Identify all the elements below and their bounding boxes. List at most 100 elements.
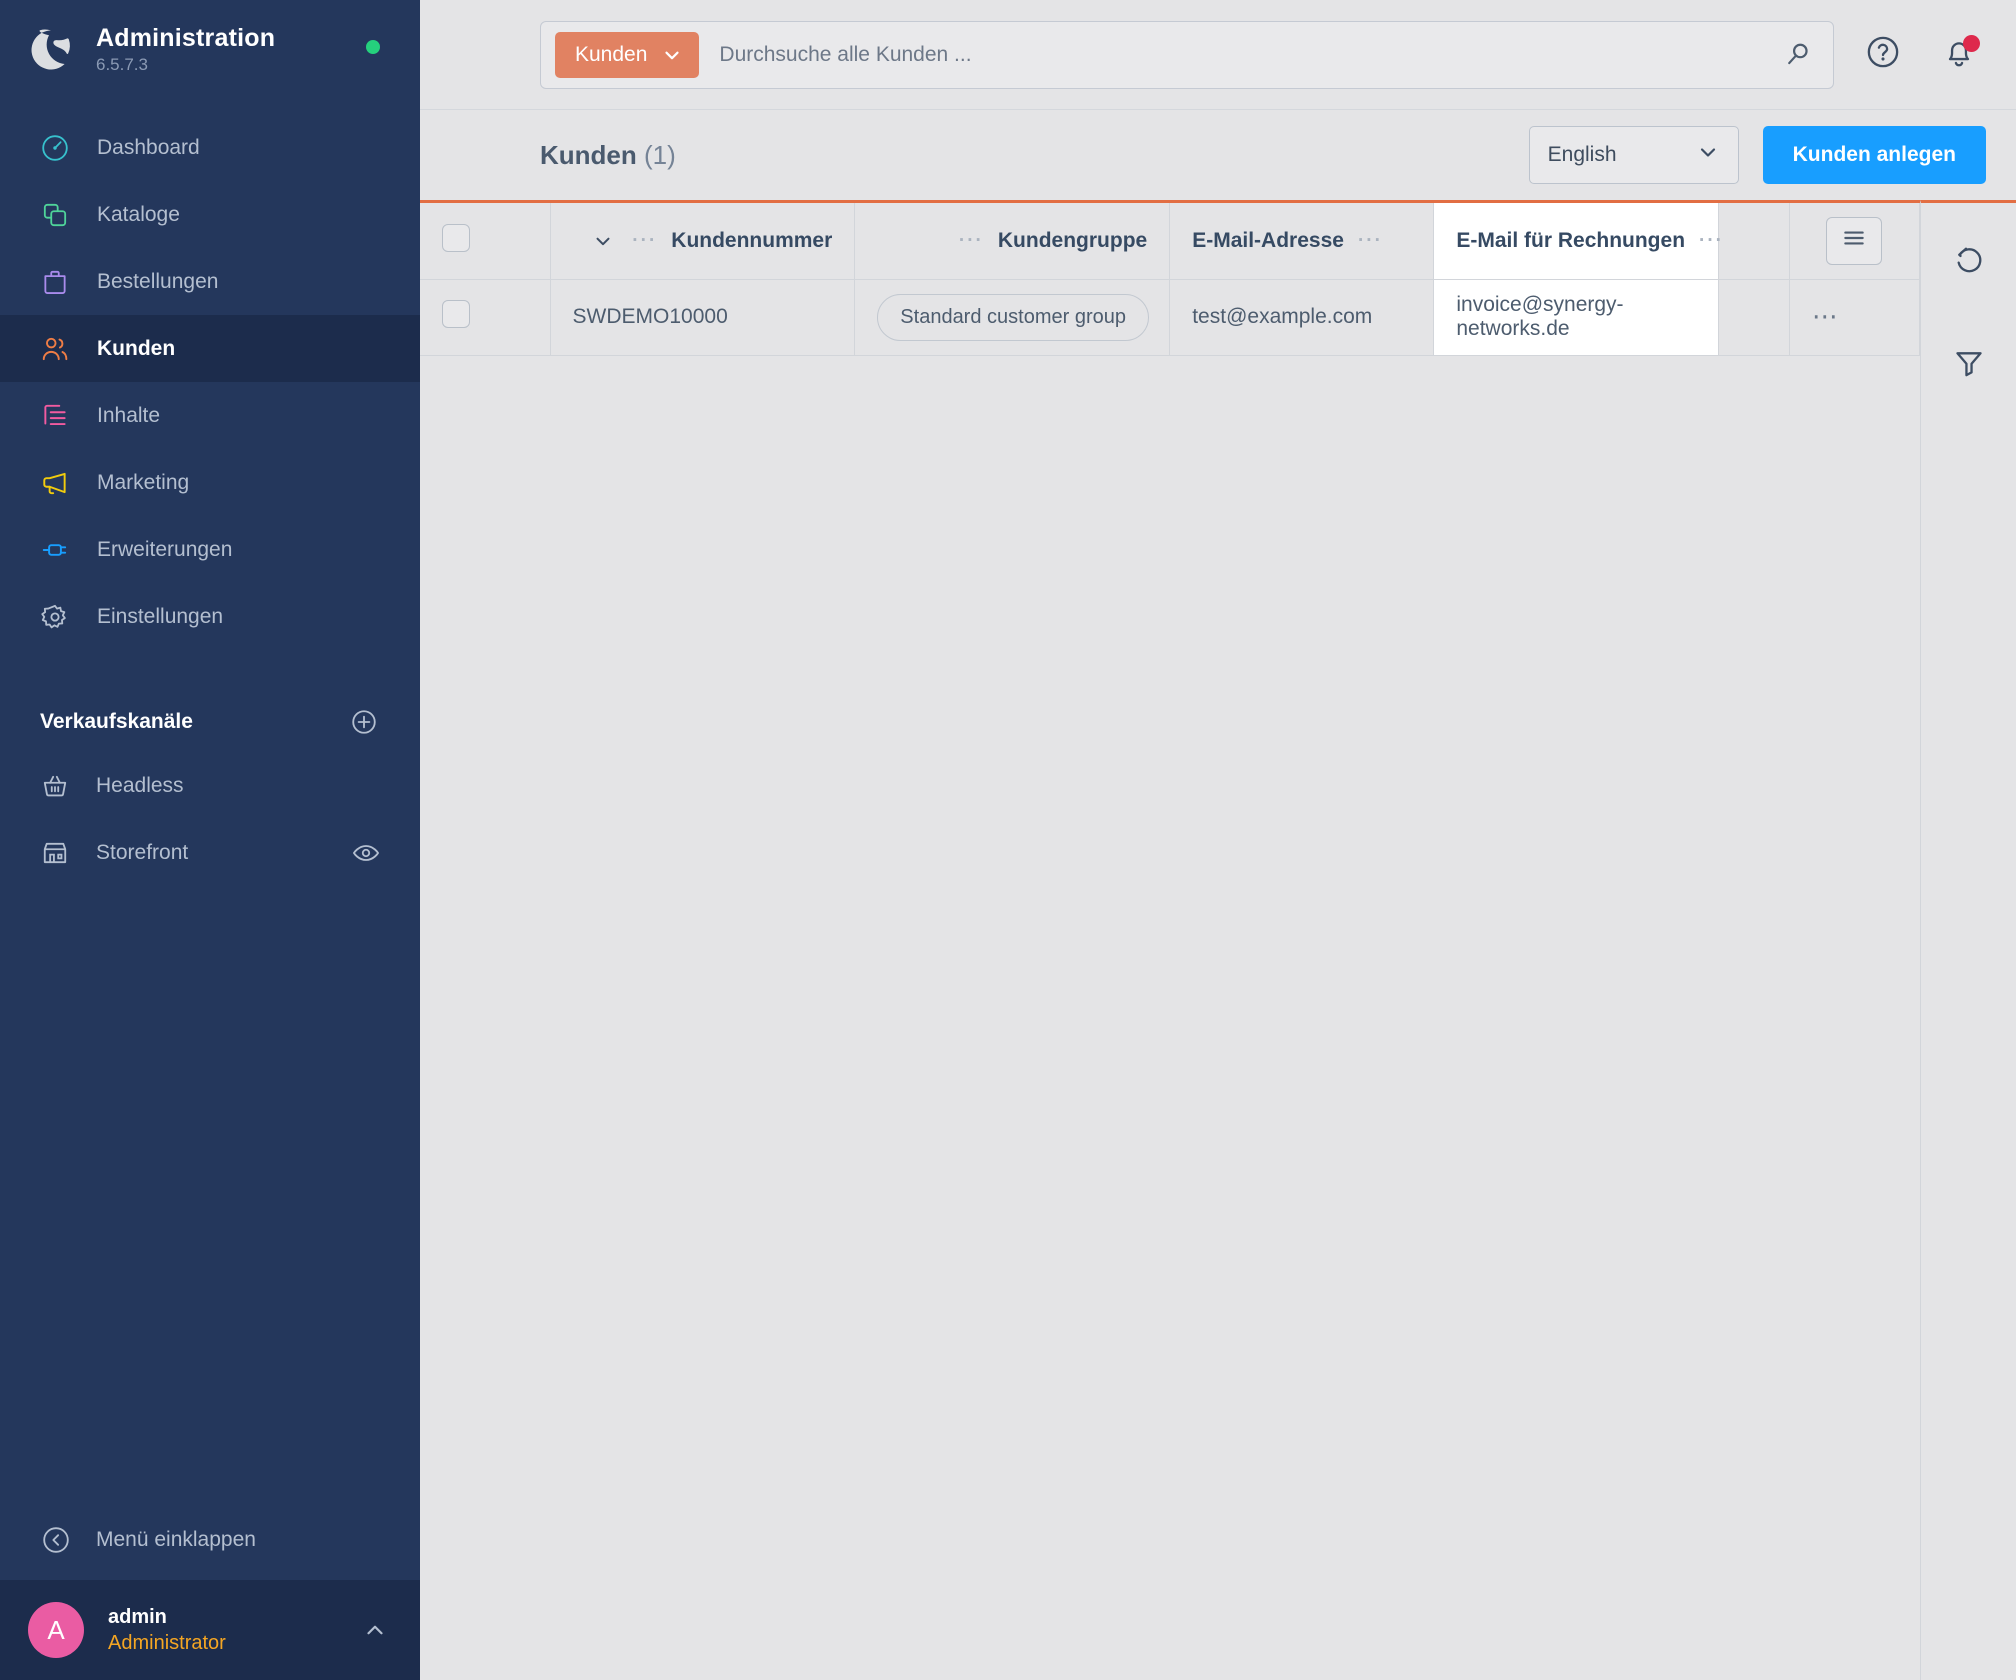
column-header-kundengruppe[interactable]: ··· Kundengruppe: [854, 203, 1171, 280]
sidebar-item-einstellungen[interactable]: Einstellungen: [0, 583, 420, 650]
customers-icon: [38, 332, 72, 366]
column-header-label: Kundennummer: [671, 228, 833, 252]
grid-empty-area: [420, 355, 1920, 1680]
sidebar-item-label: Storefront: [96, 840, 189, 864]
filter-button[interactable]: [1941, 337, 1997, 393]
storefront-icon: [40, 838, 70, 868]
column-header-label: E-Mail-Adresse: [1192, 228, 1344, 252]
column-header-email[interactable]: E-Mail-Adresse ···: [1169, 203, 1435, 280]
column-header-invoice-email[interactable]: E-Mail für Rechnungen ···: [1433, 203, 1722, 280]
brand-version: 6.5.7.3: [96, 55, 148, 75]
list-settings-icon: [1841, 225, 1867, 257]
customer-group-badge: Standard customer group: [877, 293, 1149, 341]
sidebar-item-kataloge[interactable]: Kataloge: [0, 181, 420, 248]
table-row[interactable]: SWDEMO10000 Standard customer group test…: [420, 279, 1921, 356]
sidebar-item-dashboard[interactable]: Dashboard: [0, 114, 420, 181]
cell-kundengruppe: Standard customer group: [854, 279, 1171, 356]
chevron-down-icon: [661, 44, 683, 66]
brand-title: Administration: [96, 23, 276, 52]
column-header-kundennummer[interactable]: ··· Kundennummer: [550, 203, 856, 280]
sidebar-item-storefront[interactable]: Storefront: [0, 819, 420, 886]
megaphone-icon: [38, 466, 72, 500]
gear-icon: [38, 600, 72, 634]
status-indicator-dot: [366, 40, 380, 54]
cell-row-actions: ⋯: [1789, 279, 1921, 356]
grid-side-rail: [1920, 200, 2016, 1680]
catalog-icon: [38, 198, 72, 232]
sidebar-item-label: Headless: [96, 773, 184, 797]
user-menu[interactable]: A admin Administrator: [0, 1580, 420, 1680]
main-navigation: Dashboard Kataloge Bestellungen Kunden I…: [0, 100, 420, 650]
notifications-button[interactable]: [1932, 28, 1986, 82]
top-bar: Kunden: [420, 0, 2016, 110]
notification-badge-dot: [1963, 34, 1980, 52]
column-menu-icon[interactable]: ···: [959, 231, 984, 250]
table-body: SWDEMO10000 Standard customer group test…: [420, 279, 1921, 356]
search-icon[interactable]: [1783, 40, 1819, 70]
sidebar-item-erweiterungen[interactable]: Erweiterungen: [0, 516, 420, 583]
refresh-button[interactable]: [1941, 233, 1997, 289]
sidebar-item-marketing[interactable]: Marketing: [0, 449, 420, 516]
sidebar-item-label: Einstellungen: [97, 605, 224, 628]
sidebar-item-label: Erweiterungen: [97, 538, 233, 561]
chevron-down-icon: [1696, 140, 1720, 170]
chevron-up-icon[interactable]: [362, 1617, 388, 1643]
sidebar-item-inhalte[interactable]: Inhalte: [0, 382, 420, 449]
avatar: A: [28, 1602, 84, 1658]
sidebar-item-kunden[interactable]: Kunden: [0, 315, 420, 382]
row-checkbox[interactable]: [442, 300, 470, 328]
content-icon: [38, 399, 72, 433]
row-select-cell: [420, 279, 551, 356]
search-scope-label: Kunden: [575, 42, 648, 66]
search-scope-selector[interactable]: Kunden: [555, 31, 700, 78]
cell-kundennummer: SWDEMO10000: [550, 279, 856, 356]
collapse-menu-button[interactable]: Menü einklappen: [0, 1500, 420, 1580]
column-header-label: Kundengruppe: [997, 228, 1148, 252]
sidebar: Administration 6.5.7.3 Dashboard Katalog…: [0, 0, 420, 1680]
column-header-select-all: [420, 203, 551, 280]
user-name: admin: [108, 1606, 167, 1628]
page-title: Kunden (1): [540, 140, 676, 171]
sidebar-brand[interactable]: Administration 6.5.7.3: [0, 0, 420, 100]
orders-bag-icon: [38, 265, 72, 299]
plus-circle-icon[interactable]: [350, 708, 378, 736]
sidebar-item-label: Kunden: [97, 337, 176, 360]
column-menu-icon[interactable]: ···: [1358, 231, 1383, 250]
cell-email: test@example.com: [1169, 279, 1435, 356]
table-header-row: ··· Kundennummer ··· Kundengruppe E-Mail…: [420, 203, 1921, 280]
sales-channels-title: Verkaufskanäle: [40, 710, 193, 733]
table-header: ··· Kundennummer ··· Kundengruppe E-Mail…: [420, 203, 1921, 280]
column-menu-icon[interactable]: ···: [1699, 231, 1724, 250]
list-settings-button[interactable]: [1826, 216, 1883, 265]
customers-table: ··· Kundennummer ··· Kundengruppe E-Mail…: [420, 203, 1921, 356]
cell-spacer: [1718, 279, 1790, 356]
create-customer-button[interactable]: Kunden anlegen: [1762, 126, 1986, 184]
sidebar-item-headless[interactable]: Headless: [0, 752, 420, 819]
search-input[interactable]: [699, 21, 1783, 88]
sidebar-item-label: Dashboard: [97, 136, 200, 159]
column-header-spacer: [1718, 203, 1790, 280]
column-menu-icon[interactable]: ···: [632, 231, 657, 250]
sidebar-item-label: Kataloge: [97, 203, 180, 226]
main-content: Kunden Durchsuche alle Kunden ... Kunden…: [420, 0, 2016, 1680]
language-select[interactable]: English: [1528, 126, 1739, 184]
sidebar-item-bestellungen[interactable]: Bestellungen: [0, 248, 420, 315]
column-header-label: E-Mail für Rechnungen: [1456, 228, 1686, 252]
sidebar-item-label: Bestellungen: [97, 270, 219, 293]
help-button[interactable]: [1856, 28, 1910, 82]
select-all-checkbox[interactable]: [442, 223, 470, 252]
user-role: Administrator: [108, 1632, 226, 1654]
eye-icon[interactable]: [352, 839, 380, 867]
sidebar-item-label: Marketing: [97, 471, 190, 494]
data-grid-area: ··· Kundennummer ··· Kundengruppe E-Mail…: [420, 200, 1921, 1680]
sales-channels-section-header: Verkaufskanäle: [0, 692, 420, 752]
filter-funnel-icon: [1952, 346, 1986, 385]
context-menu-icon[interactable]: ⋯: [1812, 301, 1840, 331]
shopware-logo-icon: [28, 27, 74, 73]
language-select-value: English: [1547, 143, 1617, 166]
chevron-down-icon[interactable]: [592, 230, 614, 252]
grid-wrapper: ··· Kundennummer ··· Kundengruppe E-Mail…: [420, 200, 2016, 1680]
refresh-icon: [1952, 242, 1986, 281]
global-search-bar[interactable]: Kunden: [540, 20, 1834, 89]
